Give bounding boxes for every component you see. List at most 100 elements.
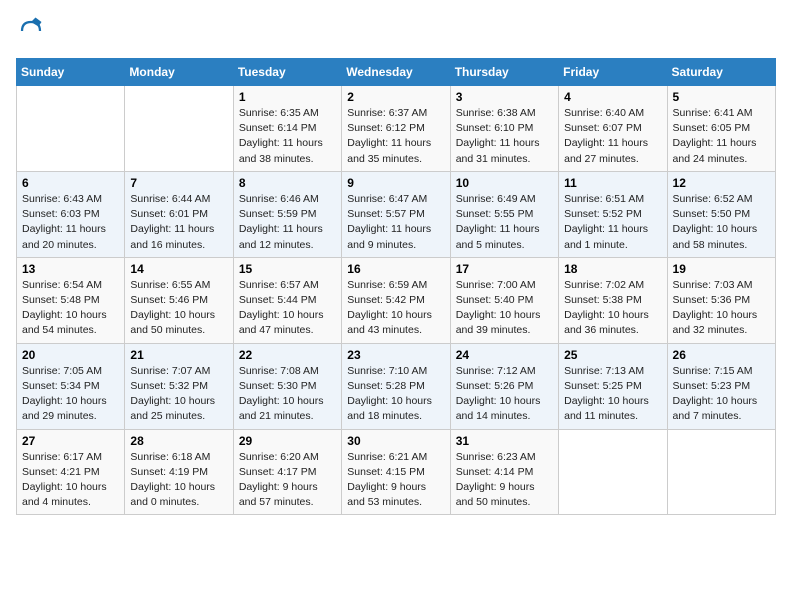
calendar-cell: 29 Sunrise: 6:20 AMSunset: 4:17 PMDayligh… (233, 429, 341, 515)
day-info: Sunrise: 6:38 AMSunset: 6:10 PMDaylight:… (456, 106, 553, 167)
day-info: Sunrise: 7:03 AMSunset: 5:36 PMDaylight:… (673, 278, 770, 339)
day-header-saturday: Saturday (667, 59, 775, 86)
day-number: 19 (673, 262, 770, 276)
day-number: 11 (564, 176, 661, 190)
day-number: 9 (347, 176, 444, 190)
day-info: Sunrise: 6:18 AMSunset: 4:19 PMDaylight:… (130, 450, 227, 511)
day-number: 8 (239, 176, 336, 190)
day-info: Sunrise: 6:54 AMSunset: 5:48 PMDaylight:… (22, 278, 119, 339)
day-info: Sunrise: 7:07 AMSunset: 5:32 PMDaylight:… (130, 364, 227, 425)
day-number: 21 (130, 348, 227, 362)
calendar-cell: 18 Sunrise: 7:02 AMSunset: 5:38 PMDayligh… (559, 257, 667, 343)
calendar-cell: 21 Sunrise: 7:07 AMSunset: 5:32 PMDayligh… (125, 343, 233, 429)
day-header-friday: Friday (559, 59, 667, 86)
calendar-cell: 12 Sunrise: 6:52 AMSunset: 5:50 PMDayligh… (667, 171, 775, 257)
calendar-cell: 26 Sunrise: 7:15 AMSunset: 5:23 PMDayligh… (667, 343, 775, 429)
day-number: 22 (239, 348, 336, 362)
day-info: Sunrise: 6:35 AMSunset: 6:14 PMDaylight:… (239, 106, 336, 167)
calendar-cell: 15Sunrise: 6:57 AMSunset: 5:44 PMDayligh… (233, 257, 341, 343)
day-number: 6 (22, 176, 119, 190)
day-info: Sunrise: 7:00 AMSunset: 5:40 PMDaylight:… (456, 278, 553, 339)
day-info: Sunrise: 6:46 AMSunset: 5:59 PMDaylight:… (239, 192, 336, 253)
day-info: Sunrise: 6:41 AMSunset: 6:05 PMDaylight:… (673, 106, 770, 167)
day-info: Sunrise: 7:13 AMSunset: 5:25 PMDaylight:… (564, 364, 661, 425)
calendar-cell: 11 Sunrise: 6:51 AMSunset: 5:52 PMDayligh… (559, 171, 667, 257)
day-info: Sunrise: 6:40 AMSunset: 6:07 PMDaylight:… (564, 106, 661, 167)
calendar-cell (667, 429, 775, 515)
calendar-cell: 4 Sunrise: 6:40 AMSunset: 6:07 PMDaylight… (559, 86, 667, 172)
calendar-cell: 22 Sunrise: 7:08 AMSunset: 5:30 PMDayligh… (233, 343, 341, 429)
day-number: 29 (239, 434, 336, 448)
day-number: 27 (22, 434, 119, 448)
day-number: 24 (456, 348, 553, 362)
calendar-cell: 2 Sunrise: 6:37 AMSunset: 6:12 PMDaylight… (342, 86, 450, 172)
day-number: 1 (239, 90, 336, 104)
day-info: Sunrise: 6:55 AMSunset: 5:46 PMDaylight:… (130, 278, 227, 339)
day-number: 26 (673, 348, 770, 362)
calendar-cell: 17 Sunrise: 7:00 AMSunset: 5:40 PMDayligh… (450, 257, 558, 343)
day-info: Sunrise: 6:49 AMSunset: 5:55 PMDaylight:… (456, 192, 553, 253)
day-header-wednesday: Wednesday (342, 59, 450, 86)
day-number: 23 (347, 348, 444, 362)
day-number: 7 (130, 176, 227, 190)
calendar-cell (125, 86, 233, 172)
day-info: Sunrise: 6:52 AMSunset: 5:50 PMDaylight:… (673, 192, 770, 253)
day-number: 16 (347, 262, 444, 276)
header (16, 16, 776, 46)
day-info: Sunrise: 6:51 AMSunset: 5:52 PMDaylight:… (564, 192, 661, 253)
calendar-cell (17, 86, 125, 172)
day-header-thursday: Thursday (450, 59, 558, 86)
calendar-cell: 19 Sunrise: 7:03 AMSunset: 5:36 PMDayligh… (667, 257, 775, 343)
day-info: Sunrise: 6:37 AMSunset: 6:12 PMDaylight:… (347, 106, 444, 167)
day-info: Sunrise: 6:59 AMSunset: 5:42 PMDaylight:… (347, 278, 444, 339)
calendar-cell (559, 429, 667, 515)
week-row-2: 6 Sunrise: 6:43 AMSunset: 6:03 PMDaylight… (17, 171, 776, 257)
day-info: Sunrise: 6:21 AMSunset: 4:15 PMDaylight:… (347, 450, 444, 511)
day-number: 25 (564, 348, 661, 362)
calendar-cell: 14 Sunrise: 6:55 AMSunset: 5:46 PMDayligh… (125, 257, 233, 343)
day-number: 15 (239, 262, 336, 276)
day-info: Sunrise: 7:02 AMSunset: 5:38 PMDaylight:… (564, 278, 661, 339)
calendar-cell: 24 Sunrise: 7:12 AMSunset: 5:26 PMDayligh… (450, 343, 558, 429)
calendar-cell: 25 Sunrise: 7:13 AMSunset: 5:25 PMDayligh… (559, 343, 667, 429)
day-number: 3 (456, 90, 553, 104)
calendar-cell: 31 Sunrise: 6:23 AMSunset: 4:14 PMDayligh… (450, 429, 558, 515)
week-row-1: 1 Sunrise: 6:35 AMSunset: 6:14 PMDaylight… (17, 86, 776, 172)
calendar-cell: 5Sunrise: 6:41 AMSunset: 6:05 PMDaylight… (667, 86, 775, 172)
calendar-cell: 20 Sunrise: 7:05 AMSunset: 5:34 PMDayligh… (17, 343, 125, 429)
day-info: Sunrise: 7:08 AMSunset: 5:30 PMDaylight:… (239, 364, 336, 425)
day-info: Sunrise: 6:43 AMSunset: 6:03 PMDaylight:… (22, 192, 119, 253)
day-number: 20 (22, 348, 119, 362)
day-info: Sunrise: 6:20 AMSunset: 4:17 PMDaylight:… (239, 450, 336, 511)
day-info: Sunrise: 6:44 AMSunset: 6:01 PMDaylight:… (130, 192, 227, 253)
day-number: 2 (347, 90, 444, 104)
day-info: Sunrise: 7:15 AMSunset: 5:23 PMDaylight:… (673, 364, 770, 425)
day-info: Sunrise: 6:23 AMSunset: 4:14 PMDaylight:… (456, 450, 553, 511)
day-number: 4 (564, 90, 661, 104)
logo (16, 16, 50, 46)
week-row-5: 27 Sunrise: 6:17 AMSunset: 4:21 PMDayligh… (17, 429, 776, 515)
calendar-cell: 28Sunrise: 6:18 AMSunset: 4:19 PMDayligh… (125, 429, 233, 515)
calendar-cell: 6 Sunrise: 6:43 AMSunset: 6:03 PMDaylight… (17, 171, 125, 257)
day-info: Sunrise: 6:47 AMSunset: 5:57 PMDaylight:… (347, 192, 444, 253)
calendar-cell: 13 Sunrise: 6:54 AMSunset: 5:48 PMDayligh… (17, 257, 125, 343)
day-info: Sunrise: 7:12 AMSunset: 5:26 PMDaylight:… (456, 364, 553, 425)
day-number: 17 (456, 262, 553, 276)
calendar-cell: 3 Sunrise: 6:38 AMSunset: 6:10 PMDaylight… (450, 86, 558, 172)
day-number: 18 (564, 262, 661, 276)
day-header-monday: Monday (125, 59, 233, 86)
day-number: 12 (673, 176, 770, 190)
day-info: Sunrise: 6:17 AMSunset: 4:21 PMDaylight:… (22, 450, 119, 511)
day-number: 13 (22, 262, 119, 276)
calendar-cell: 23Sunrise: 7:10 AMSunset: 5:28 PMDayligh… (342, 343, 450, 429)
day-number: 31 (456, 434, 553, 448)
day-header-tuesday: Tuesday (233, 59, 341, 86)
calendar-cell: 16 Sunrise: 6:59 AMSunset: 5:42 PMDayligh… (342, 257, 450, 343)
calendar-cell: 10Sunrise: 6:49 AMSunset: 5:55 PMDayligh… (450, 171, 558, 257)
day-info: Sunrise: 7:05 AMSunset: 5:34 PMDaylight:… (22, 364, 119, 425)
calendar-cell: 8 Sunrise: 6:46 AMSunset: 5:59 PMDaylight… (233, 171, 341, 257)
day-header-sunday: Sunday (17, 59, 125, 86)
days-header-row: SundayMondayTuesdayWednesdayThursdayFrid… (17, 59, 776, 86)
day-number: 14 (130, 262, 227, 276)
calendar-cell: 30Sunrise: 6:21 AMSunset: 4:15 PMDayligh… (342, 429, 450, 515)
